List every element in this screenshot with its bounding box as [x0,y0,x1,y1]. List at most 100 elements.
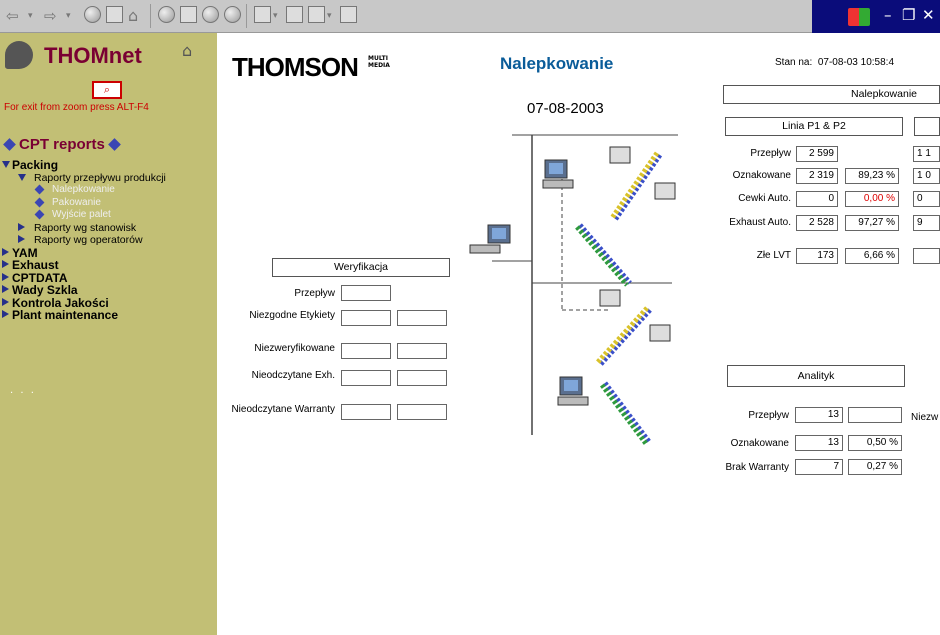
nalepkowanie-next-value [913,248,940,264]
diamond-icon [34,209,45,220]
nalepkowanie-pct: 97,27 % [845,215,899,231]
collapsed-arrow-icon [18,222,25,231]
nalepkowanie-pct: 89,23 % [845,168,899,184]
weryfikacja-pct [397,370,447,386]
weryfikacja-header: Weryfikacja [272,258,450,277]
weryfikacja-label: Niezgodne Etykiety [249,310,335,321]
restore-button[interactable]: ❐ [902,6,915,24]
weryfikacja-label: Nieodczytane Warranty [231,404,335,415]
favorites-icon[interactable] [180,6,197,23]
analityk-pct: 0,50 % [848,435,902,451]
tree-item-label: Plant maintenance [12,308,119,322]
nalepkowanie-next-value: 0 [913,191,940,207]
weryfikacja-value [341,404,391,420]
label-printer-icon [599,146,676,342]
refresh-icon[interactable] [106,6,123,23]
stop-icon[interactable] [84,6,101,23]
weryfikacja-label: Niezweryfikowane [254,343,335,354]
nalepkowanie-value: 0 [796,191,838,207]
analityk-pct: 0,27 % [848,459,902,475]
history-icon[interactable] [202,6,219,23]
home-icon[interactable]: ⌂ [128,6,138,26]
tree-item[interactable]: Wyjście palet [0,209,217,222]
print-icon[interactable] [286,6,303,23]
nalepkowanie-label: Oznakowane [732,170,791,181]
sidebar: THOMnet ⌂ ⌕ For exit from zoom press ALT… [0,33,217,635]
stan-na: Stan na: 07-08-03 10:58:4 [775,57,894,68]
nalepkowanie-label: Exhaust Auto. [729,217,791,228]
collapsed-arrow-icon [2,297,9,306]
forward-icon[interactable]: ⇨ [44,6,57,26]
linia-header: Linia P1 & P2 [725,117,903,136]
weryfikacja-value [341,310,391,326]
analityk-label: Oznakowane [730,438,789,449]
weryfikacja-label: Przepływ [294,288,335,299]
weryfikacja-pct [397,404,447,420]
analityk-header: Analityk [727,365,905,387]
analityk-label: Brak Warranty [725,462,789,473]
weryfikacja-label: Nieodczytane Exh. [251,370,335,381]
tree-item[interactable]: Raporty przepływu produkcji [0,172,217,185]
collapsed-arrow-icon [2,310,9,318]
collapsed-arrow-icon [2,260,9,268]
minimize-button[interactable]: – [884,6,892,24]
weryfikacja-value [341,370,391,386]
multimedia-logo: MULTI MEDIA [368,55,390,69]
analityk-side-label: Niezw [911,412,939,423]
tree-item[interactable]: Nalepkowanie [0,184,217,197]
toolbar-separator [246,4,247,28]
tree-item[interactable]: Raporty wg stanowisk [0,222,217,235]
nalepkowanie-next-value: 9 [913,215,940,231]
edit-dropdown-icon[interactable]: ▾ [327,6,332,26]
report-date: 07-08-2003 [527,100,604,117]
back-icon[interactable]: ⇦ [6,6,19,26]
back-dropdown-icon[interactable]: ▾ [28,6,33,26]
stan-value: 07-08-03 10:58:4 [817,57,894,68]
cpt-reports-heading[interactable]: CPT reports [0,136,124,153]
tree-item-label: Wyjście palet [52,209,111,220]
sidebar-dots: · · · [10,388,36,399]
thomson-brand: THOMSON [232,52,359,82]
forward-dropdown-icon[interactable]: ▾ [66,6,71,26]
expanded-arrow-icon [2,161,10,168]
expanded-arrow-icon [18,173,26,181]
tree-item-label: Packing [12,158,59,172]
mail-dropdown-icon[interactable]: ▾ [273,6,278,26]
nalepkowanie-value: 2 319 [796,168,838,184]
collapsed-arrow-icon [2,272,9,281]
diamond-icon [34,197,45,207]
diamond-icon [34,184,45,195]
tree-item[interactable]: Pakowanie [0,197,217,210]
computer-icon [469,224,511,254]
mail-icon[interactable] [254,6,271,23]
tree-item[interactable]: Packing [0,159,217,172]
diamond-icon [3,138,16,151]
computer-icon [557,376,589,406]
nalepkowanie-label: Cewki Auto. [738,193,791,204]
nalepkowanie-value: 2 599 [796,146,838,162]
close-button[interactable]: ✕ [922,6,935,24]
computer-icon [542,159,574,189]
analityk-value: 13 [795,407,843,423]
nalepkowanie-value: 173 [796,248,838,264]
nalepkowanie-next-value: 1 0 [913,168,940,184]
tree-item[interactable]: Plant maintenance [0,309,217,322]
toolbar-separator [150,4,151,28]
home-icon[interactable]: ⌂ [182,41,202,60]
tree-item-label: Raporty przepływu produkcji [34,171,166,184]
nalepkowanie-label: Przepływ [750,148,791,159]
weryfikacja-value [341,285,391,301]
analityk-value: 13 [795,435,843,451]
tree-item-label: Raporty wg stanowisk [34,221,137,234]
media-icon[interactable] [224,6,241,23]
nalepkowanie-pct: 0,00 % [845,191,899,207]
edit-icon[interactable] [308,6,325,23]
browser-toolbar: ⇦ ▾ ⇨ ▾ ⌂ ▾ ▾ – ❐ ✕ [0,0,940,33]
search-icon[interactable] [158,6,175,23]
collapsed-arrow-icon [2,285,9,293]
discuss-icon[interactable] [340,6,357,23]
collapsed-arrow-icon [2,247,9,256]
stan-label: Stan na: [775,57,813,68]
zoom-button[interactable]: ⌕ [92,81,122,99]
tree-item-label: Nalepkowanie [52,184,115,195]
